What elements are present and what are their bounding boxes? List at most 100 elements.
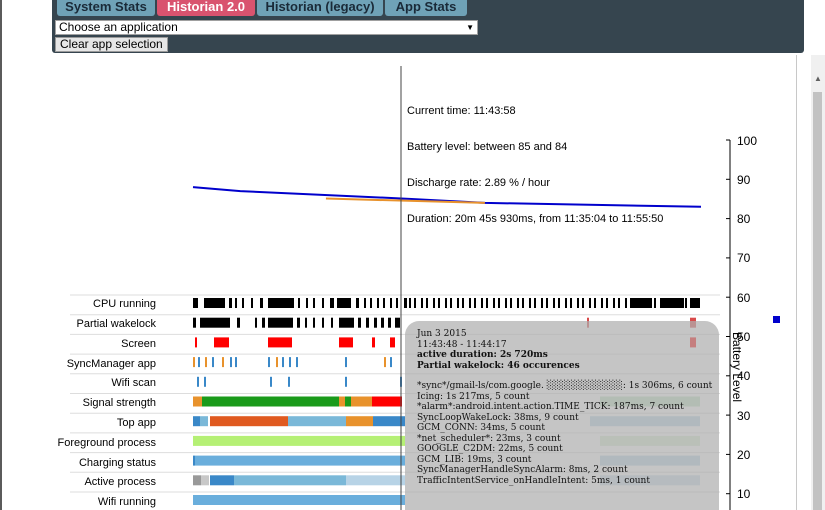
timeline-bar — [366, 317, 369, 328]
timeline-bar — [296, 357, 298, 368]
timeline-bar — [594, 298, 596, 308]
timeline-bar — [214, 337, 229, 348]
tooltip-entry: *sync*/gmail-ls/com.google. ░░░░░░░░░░░:… — [417, 381, 713, 391]
timeline-bar — [197, 376, 199, 387]
timeline-bar — [565, 298, 567, 308]
timeline-bar — [193, 317, 196, 328]
timeline-bar — [288, 376, 290, 387]
timeline-bar — [289, 357, 291, 368]
row-label-cpu-running: CPU running — [93, 298, 156, 310]
tooltip-time-range: 11:43:48 - 11:44:17 — [417, 339, 507, 350]
timeline-bar — [235, 357, 237, 368]
tooltip-entry: GOOGLE_C2DM: 22ms, 5 count — [417, 444, 563, 454]
timeline-bar — [370, 298, 372, 308]
timeline-bar — [201, 475, 209, 486]
timeline-bar — [193, 416, 200, 427]
timeline-bar — [632, 298, 652, 308]
discharge-rate: Discharge rate: 2.89 % / hour — [407, 177, 551, 189]
timeline-bar — [582, 298, 584, 308]
timeline-bar — [534, 298, 536, 308]
timeline-bar — [372, 396, 402, 407]
timeline-bar — [457, 298, 459, 308]
timeline-bar — [330, 298, 334, 308]
timeline-bar — [339, 317, 354, 328]
timeline-bar — [195, 455, 405, 466]
timeline-bar — [210, 475, 234, 486]
timeline-bar — [204, 376, 206, 387]
timeline-bar — [450, 298, 452, 308]
timeline-bar — [193, 396, 202, 407]
tooltip-entry: *net_scheduler*: 23ms, 3 count — [417, 433, 561, 444]
timeline-bar — [374, 317, 377, 328]
row-label-wifi-scan: Wifi scan — [111, 377, 156, 389]
timeline-bar — [505, 298, 507, 308]
tooltip-active-duration: active duration: 2s 720ms — [417, 350, 548, 360]
timeline-bar — [396, 298, 398, 308]
timeline-bar — [654, 298, 656, 308]
timeline-bar — [390, 357, 392, 368]
timeline-bar — [193, 298, 198, 308]
timeline-bar — [390, 337, 395, 348]
timeline-bar — [356, 298, 359, 308]
timeline-bar — [438, 298, 440, 308]
tooltip-entry: GCM_LIB: 19ms, 3 count — [417, 454, 532, 465]
timeline-bar — [193, 455, 195, 466]
timeline-bar — [625, 298, 627, 308]
timeline-bar — [541, 298, 543, 308]
timeline-bar — [426, 298, 428, 308]
timeline-bar — [288, 416, 346, 427]
battery-level-text: Battery level: between 85 and 84 — [407, 141, 568, 153]
timeline-bar — [242, 298, 244, 308]
tooltip-entry: TrafficIntentService_onHandleIntent: 5ms… — [417, 475, 650, 486]
timeline-bar — [383, 298, 385, 308]
timeline-bar — [198, 357, 200, 368]
timeline-bar — [690, 298, 700, 308]
timeline-bar — [445, 298, 447, 308]
row-label-signal-strength: Signal strength — [82, 397, 156, 409]
timeline-bar — [313, 317, 315, 328]
timeline-bar — [270, 376, 272, 387]
timeline-bar — [474, 298, 476, 308]
tooltip-entry: Icing: 1s 217ms, 5 count — [417, 391, 530, 402]
y-tick-label: 70 — [737, 251, 751, 265]
tooltip-partial-wakelock: Partial wakelock: 46 occurences — [417, 360, 580, 371]
y-tick-label: 80 — [737, 212, 751, 226]
timeline-bar — [193, 357, 195, 368]
timeline-bar — [305, 317, 307, 328]
y-tick-label: 20 — [737, 448, 751, 462]
timeline-bar — [339, 396, 345, 407]
timeline-bar — [230, 357, 232, 368]
row-label-partial-wakelock: Partial wakelock — [76, 318, 156, 330]
timeline-bar — [613, 298, 615, 308]
timeline-bar — [618, 298, 620, 308]
y-axis-title: Battery Level — [730, 332, 744, 403]
timeline-bar — [345, 396, 351, 407]
timeline-bar — [517, 298, 519, 308]
timeline-bar — [268, 337, 292, 348]
y-tick-label: 10 — [737, 487, 751, 501]
timeline-bar — [372, 337, 375, 348]
row-label-foreground-process: Foreground process — [57, 437, 156, 449]
tooltip-date: Jun 3 2015 — [417, 329, 467, 339]
y-tick-label: 100 — [737, 134, 758, 148]
timeline-bar — [237, 317, 240, 328]
timeline-bar — [193, 495, 405, 505]
timeline-bar — [421, 298, 423, 308]
timeline-bar — [377, 298, 379, 308]
timeline-bar — [493, 298, 495, 308]
tooltip-entry: SyncManagerHandleSyncAlarm: 8ms, 2 count — [417, 465, 628, 475]
timeline-bar — [510, 298, 512, 308]
current-time: Current time: 11:43:58 — [407, 105, 516, 117]
timeline-bar — [322, 298, 324, 308]
tooltip-entry: *alarm*:android.intent.action.TIME_TICK:… — [417, 402, 684, 412]
timeline-bar — [200, 317, 230, 328]
timeline-bar — [553, 298, 555, 308]
row-label-syncmanager-app: SyncManager app — [66, 358, 156, 370]
timeline-bar — [268, 317, 293, 328]
timeline-bar — [222, 357, 224, 368]
timeline-bar — [345, 376, 347, 387]
timeline-bar — [351, 396, 372, 407]
timeline-bar — [234, 475, 346, 486]
timeline-bar — [522, 298, 524, 308]
timeline-bar — [481, 298, 483, 308]
